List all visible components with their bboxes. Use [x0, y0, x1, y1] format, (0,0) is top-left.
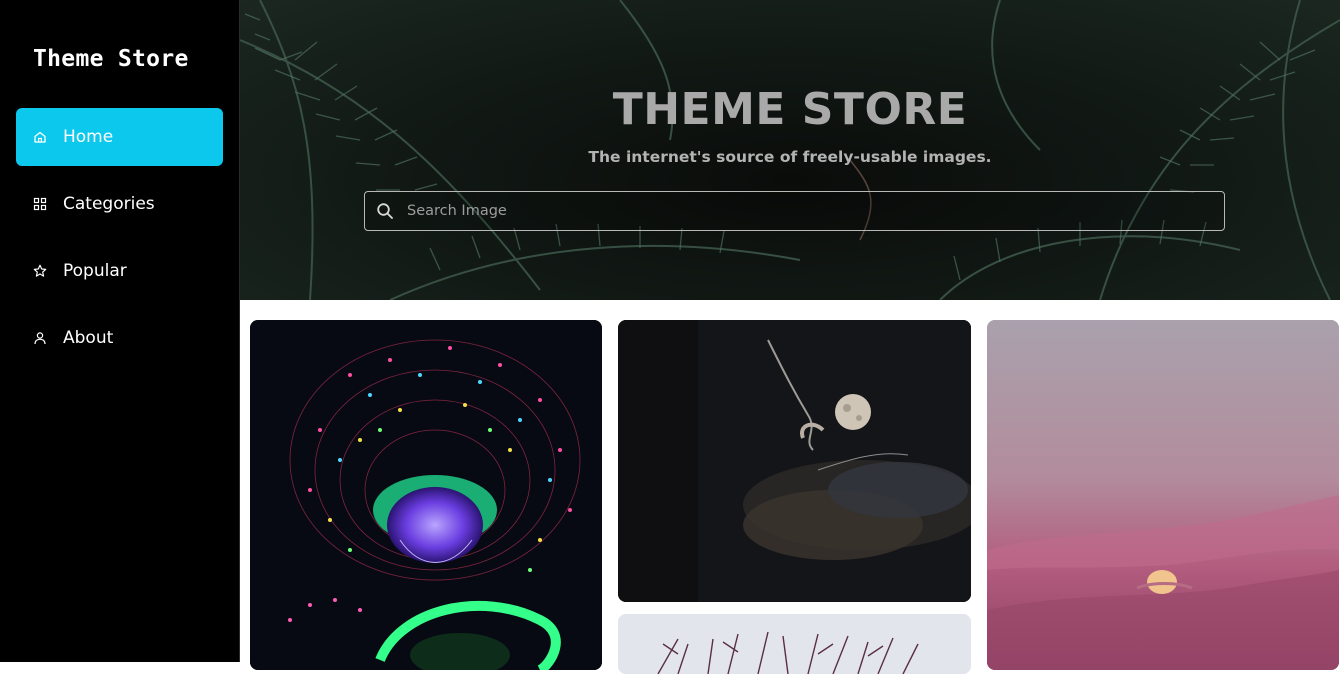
sidebar-item-about[interactable]: About	[16, 309, 223, 367]
grid-icon	[33, 197, 47, 211]
user-icon	[33, 331, 47, 345]
search-bar[interactable]	[364, 191, 1225, 231]
bare-tree-branches-image	[618, 614, 971, 674]
supertree-night-lights-image	[250, 320, 602, 670]
sidebar-item-popular[interactable]: Popular	[16, 242, 223, 300]
search-icon[interactable]	[376, 202, 394, 220]
hero-subtitle: The internet's source of freely-usable i…	[588, 148, 992, 166]
brand-title: Theme Store	[33, 46, 189, 72]
hero-banner: THEME STORE The internet's source of fre…	[240, 0, 1340, 300]
gallery-card-2[interactable]	[618, 320, 971, 602]
home-icon	[33, 130, 47, 144]
sidebar-item-categories[interactable]: Categories	[16, 175, 223, 233]
moon-clouds-night-image	[618, 320, 971, 602]
search-input[interactable]	[405, 202, 1224, 220]
gallery-card-3[interactable]	[987, 320, 1339, 670]
gallery-card-4[interactable]	[618, 614, 971, 674]
pink-sky-moon-image	[987, 320, 1339, 670]
star-icon	[33, 264, 47, 278]
sidebar: Theme Store Home Categories Popular Abou…	[0, 0, 240, 662]
sidebar-item-label: About	[63, 328, 114, 348]
sidebar-item-label: Popular	[63, 261, 127, 281]
sidebar-item-label: Home	[63, 127, 114, 147]
sidebar-item-home[interactable]: Home	[16, 108, 223, 166]
gallery-card-1[interactable]	[250, 320, 602, 670]
sidebar-item-label: Categories	[63, 194, 155, 214]
hero-title: THEME STORE	[612, 84, 968, 135]
